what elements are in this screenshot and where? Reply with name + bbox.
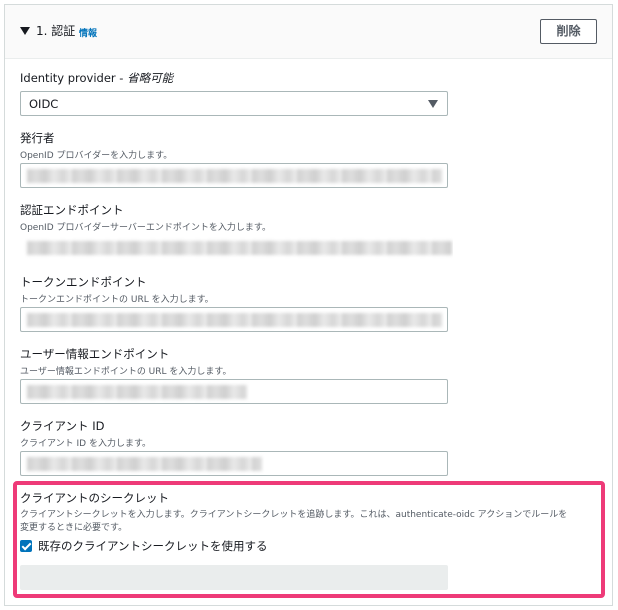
use-existing-secret-label[interactable]: 既存のクライアントシークレットを使用する [38, 538, 268, 554]
issuer-description: OpenID プロバイダーを入力します。 [20, 151, 173, 161]
panel-header: 1. 認証 情報 削除 [5, 5, 612, 59]
client-secret-label: クライアントのシークレット [20, 491, 170, 505]
client-secret-input [20, 565, 448, 590]
redacted-value [27, 385, 247, 399]
redacted-value [27, 241, 452, 255]
identity-provider-select[interactable]: OIDC [20, 91, 448, 116]
auth-endpoint-description: OpenID プロバイダーサーバーエンドポイントを入力します。 [20, 223, 271, 233]
redacted-value [27, 169, 442, 183]
delete-button[interactable]: 削除 [540, 19, 597, 44]
caret-down-icon[interactable] [20, 27, 30, 35]
userinfo-endpoint-description: ユーザー情報エンドポイントの URL を入力します。 [20, 367, 232, 377]
use-existing-secret-checkbox[interactable] [20, 540, 32, 552]
client-secret-description-2: 変更するときに必要です。 [20, 523, 128, 533]
info-link[interactable]: 情報 [79, 26, 97, 39]
auth-endpoint-label: 認証エンドポイント [20, 203, 124, 217]
client-id-label: クライアント ID [20, 419, 105, 433]
token-endpoint-description: トークンエンドポイントの URL を入力します。 [20, 295, 214, 305]
redacted-value [27, 457, 262, 471]
client-secret-description-1: クライアントシークレットを入力します。クライアントシークレットを追跡します。これ… [20, 510, 568, 520]
userinfo-endpoint-label: ユーザー情報エンドポイント [20, 347, 170, 361]
dropdown-arrow-icon [428, 100, 438, 108]
client-id-description: クライアント ID を入力します。 [20, 439, 152, 449]
token-endpoint-label: トークンエンドポイント [20, 275, 147, 289]
userinfo-endpoint-input[interactable] [20, 379, 448, 404]
redacted-value [27, 313, 442, 327]
token-endpoint-input[interactable] [20, 307, 448, 332]
section-title[interactable]: 1. 認証 [36, 22, 75, 39]
client-id-input[interactable] [20, 451, 448, 476]
identity-provider-value: OIDC [29, 97, 59, 111]
issuer-input[interactable] [20, 163, 448, 188]
auth-endpoint-input[interactable] [20, 235, 454, 260]
optional-text: 省略可能 [127, 71, 174, 85]
identity-provider-label-text: Identity provider - [20, 71, 128, 85]
identity-provider-label: Identity provider - 省略可能 [20, 70, 173, 86]
issuer-label: 発行者 [20, 131, 55, 145]
